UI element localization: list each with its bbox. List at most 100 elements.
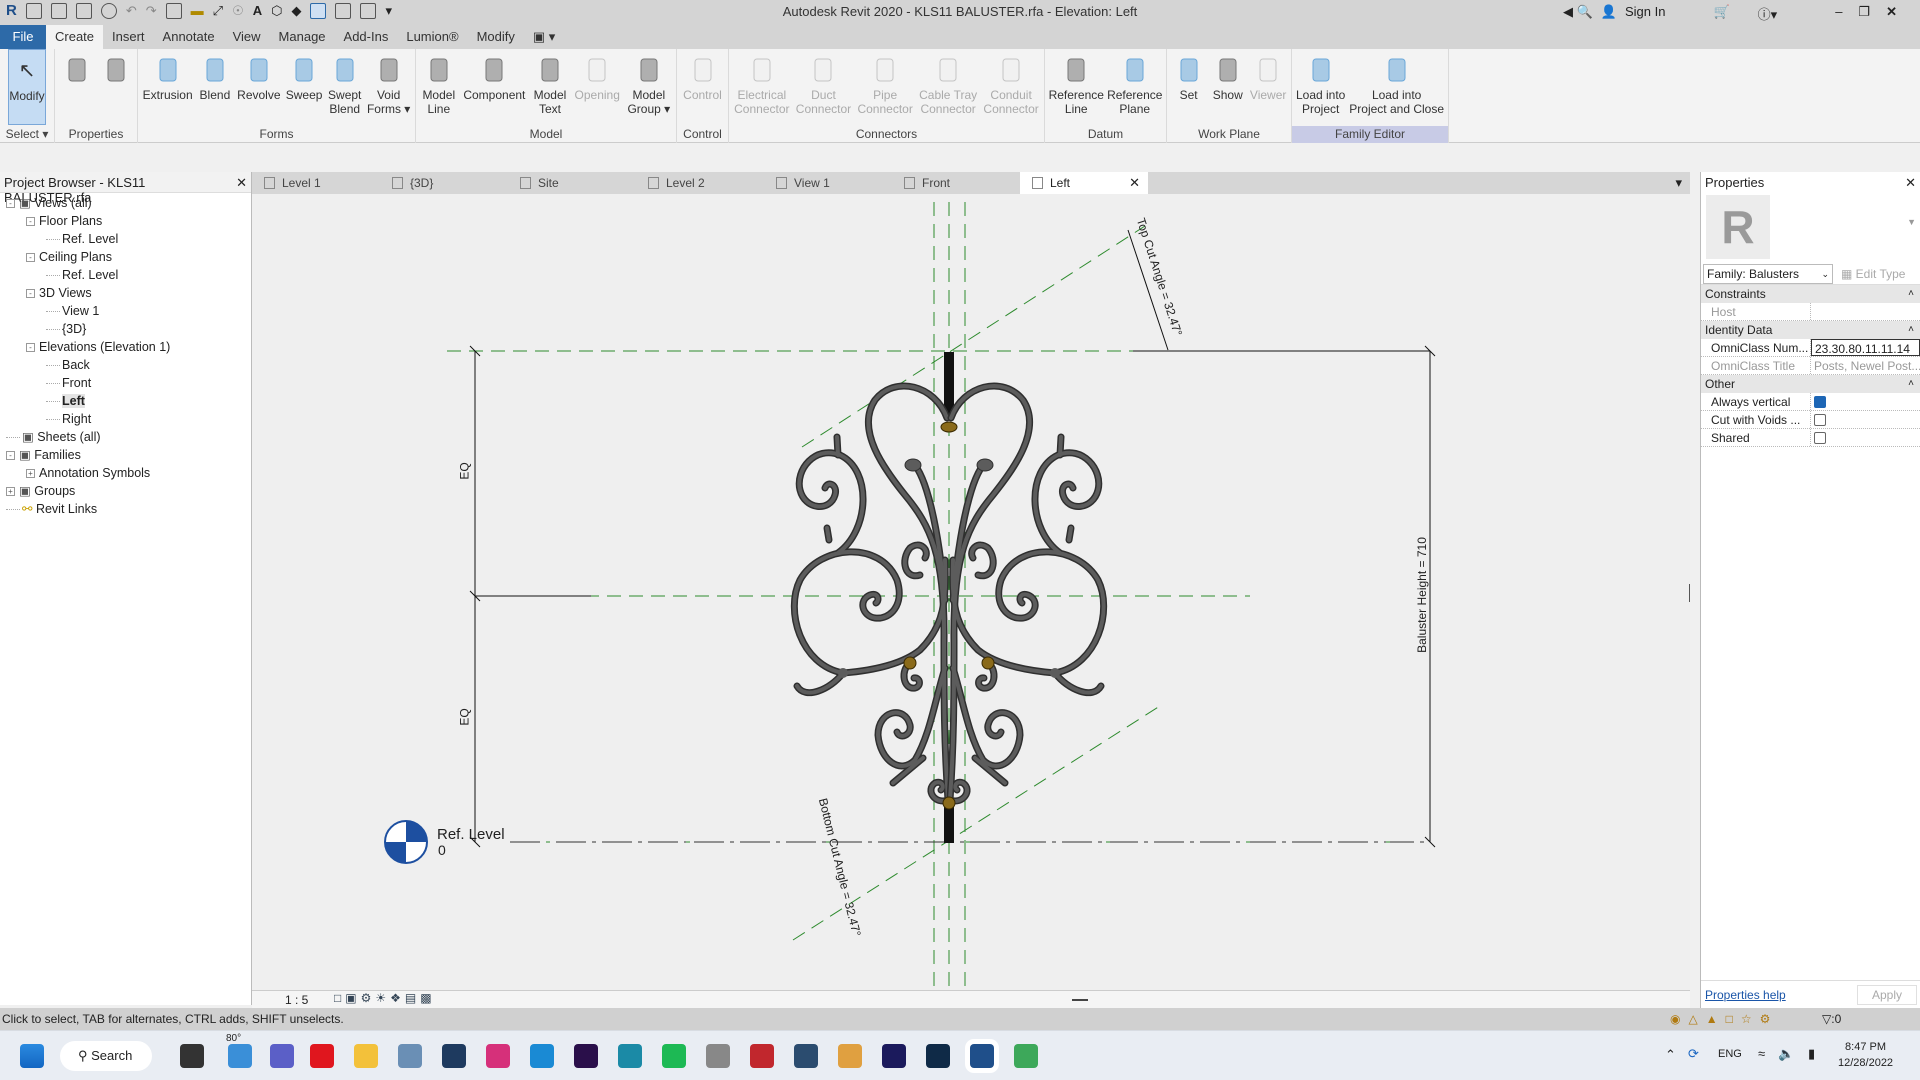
collapse-icon[interactable]: - (6, 451, 15, 461)
ribbon-tab-insert[interactable]: Insert (103, 25, 154, 49)
battery-icon[interactable]: ▮ (1808, 1046, 1815, 1062)
tree-item[interactable]: -3D Views (0, 284, 251, 302)
tree-item[interactable]: {3D} (0, 320, 251, 338)
taskbar-search[interactable]: ⚲ Search (60, 1041, 152, 1071)
filter-icon[interactable]: ▽:0 (1822, 1008, 1841, 1030)
volume-icon[interactable]: 🔈 (1778, 1046, 1794, 1062)
restore-button[interactable]: ❐ (1858, 4, 1870, 23)
horizontal-scrollbar[interactable] (1072, 999, 1088, 1001)
ribbon-tab-file[interactable]: File (0, 25, 46, 49)
modify-button[interactable]: ↖ Modify (8, 49, 46, 125)
tree-item[interactable]: + Annotation Symbols (0, 464, 251, 482)
property-group-header[interactable]: Identity Data (1701, 321, 1920, 339)
cart-icon[interactable]: 🛒 (1713, 4, 1729, 23)
checkbox[interactable] (1814, 396, 1826, 408)
close-tab-icon[interactable]: ✕ (1129, 172, 1140, 194)
view-scale[interactable]: 1 : 5 (285, 993, 308, 1007)
close-button[interactable]: ✕ (1886, 4, 1897, 23)
properties-help-link[interactable]: Properties help (1705, 988, 1786, 1002)
instagram-taskbar-icon[interactable] (486, 1044, 510, 1068)
view-control-icons[interactable]: □▣⚙☀❖▤▩ (334, 991, 436, 1005)
tree-item[interactable]: + ▣ Groups (0, 482, 251, 500)
view-tab-view1[interactable]: View 1 (764, 172, 892, 194)
start-button[interactable] (20, 1044, 44, 1068)
view-tab-3d[interactable]: {3D} (380, 172, 508, 194)
chevron-down-icon[interactable]: ▼ (1907, 217, 1916, 227)
monitor-taskbar-icon[interactable] (398, 1044, 422, 1068)
apply-button[interactable]: Apply (1856, 984, 1917, 1005)
wifi-icon[interactable]: ≈ (1758, 1046, 1765, 1061)
binoculars-icon[interactable]: ◀ 🔍 (1563, 4, 1593, 23)
scanner-taskbar-icon[interactable] (706, 1044, 730, 1068)
tree-item[interactable]: ⚯ Revit Links (0, 500, 251, 518)
opera-taskbar-icon[interactable] (310, 1044, 334, 1068)
selection-filter-icons[interactable]: ◉△▲□☆⚙ (1670, 1008, 1778, 1030)
tree-item[interactable]: Left (0, 392, 251, 410)
edit-type-button[interactable]: ▦ Edit Type (1841, 267, 1905, 281)
revit-taskbar-icon[interactable] (970, 1044, 994, 1068)
view-tab-front[interactable]: Front (892, 172, 1020, 194)
edge-taskbar-icon[interactable] (530, 1044, 554, 1068)
collapse-icon[interactable]: - (6, 199, 15, 209)
tree-item[interactable]: View 1 (0, 302, 251, 320)
ribbon-tab-modify[interactable]: Modify (468, 25, 524, 49)
view-tab-site[interactable]: Site (508, 172, 636, 194)
ribbon-tab-manage[interactable]: Manage (270, 25, 335, 49)
property-value[interactable]: 23.30.80.11.11.14 (1811, 339, 1920, 356)
canvas-scrollbar[interactable] (1689, 584, 1690, 602)
property-value[interactable]: Posts, Newel Post... (1811, 357, 1920, 374)
family-selector[interactable]: Family: Balusters ⌄ (1703, 263, 1833, 284)
view-tab-level2[interactable]: Level 2 (636, 172, 764, 194)
view-tab-left[interactable]: Left ✕ (1020, 172, 1148, 194)
file-explorer-taskbar-icon[interactable] (354, 1044, 378, 1068)
property-value[interactable] (1811, 429, 1920, 446)
property-group-header[interactable]: Constraints (1701, 285, 1920, 303)
tree-item[interactable]: Back (0, 356, 251, 374)
minimize-button[interactable]: – (1835, 4, 1842, 23)
tree-item[interactable]: ▣ Sheets (all) (0, 428, 251, 446)
expand-icon[interactable]: + (6, 487, 15, 497)
tree-item[interactable]: - Ceiling Plans (0, 248, 251, 266)
tray-sync-icon[interactable]: ⟳ (1688, 1046, 1699, 1062)
level-name[interactable]: Ref. Level (437, 826, 505, 843)
level-elevation[interactable]: 0 (438, 842, 446, 858)
property-value[interactable] (1811, 393, 1920, 410)
tree-item[interactable]: - Floor Plans (0, 212, 251, 230)
after-effects-taskbar-icon[interactable] (882, 1044, 906, 1068)
tree-item[interactable]: - ▣ Families (0, 446, 251, 464)
tab-overflow-icon[interactable]: ▾ (1675, 172, 1682, 194)
app-12-taskbar-icon[interactable] (794, 1044, 818, 1068)
collapse-icon[interactable]: - (26, 343, 35, 353)
ribbon-tab-view[interactable]: View (224, 25, 270, 49)
ribbon-tab-addins[interactable]: Add-Ins (335, 25, 398, 49)
language-indicator[interactable]: ENG (1718, 1048, 1742, 1060)
close-icon[interactable]: ✕ (1905, 175, 1916, 190)
panel-toggle-icon[interactable]: ▣ ▾ (524, 25, 564, 49)
clock[interactable]: 8:47 PM 12/28/2022 (1838, 1039, 1893, 1071)
tray-overflow-icon[interactable]: ⌃ (1665, 1047, 1676, 1063)
tree-item[interactable]: Right (0, 410, 251, 428)
help-icon[interactable]: ⓘ▾ (1758, 4, 1778, 23)
collapse-icon[interactable]: - (26, 253, 35, 263)
autocad-taskbar-icon[interactable] (750, 1044, 774, 1068)
expand-icon[interactable]: + (26, 469, 35, 479)
3ds-max-taskbar-icon[interactable] (618, 1044, 642, 1068)
tree-item[interactable]: - ▣ Views (all) (0, 194, 251, 212)
baluster-height-dimension[interactable]: Baluster Height = 710 (1415, 525, 1429, 665)
premiere-taskbar-icon[interactable] (574, 1044, 598, 1068)
spotify-taskbar-icon[interactable] (662, 1044, 686, 1068)
weather-taskbar-icon[interactable] (228, 1044, 252, 1068)
tree-item[interactable]: Front (0, 374, 251, 392)
ribbon-tab-lumion[interactable]: Lumion® (397, 25, 467, 49)
tree-item[interactable]: Ref. Level (0, 230, 251, 248)
property-value[interactable] (1811, 411, 1920, 428)
photoshop-taskbar-icon[interactable] (926, 1044, 950, 1068)
ribbon-panel-label[interactable]: Select ▾ (0, 126, 54, 143)
teams-taskbar-icon[interactable] (270, 1044, 294, 1068)
media-player-taskbar-icon[interactable] (838, 1044, 862, 1068)
tree-item[interactable]: - Elevations (Elevation 1) (0, 338, 251, 356)
checkbox[interactable] (1814, 414, 1826, 426)
collapse-icon[interactable]: - (26, 289, 35, 299)
drawing-canvas[interactable]: EQ EQ Baluster Height = 710 Top Cut Angl… (252, 194, 1690, 990)
lightroom-classic-taskbar-icon[interactable] (442, 1044, 466, 1068)
